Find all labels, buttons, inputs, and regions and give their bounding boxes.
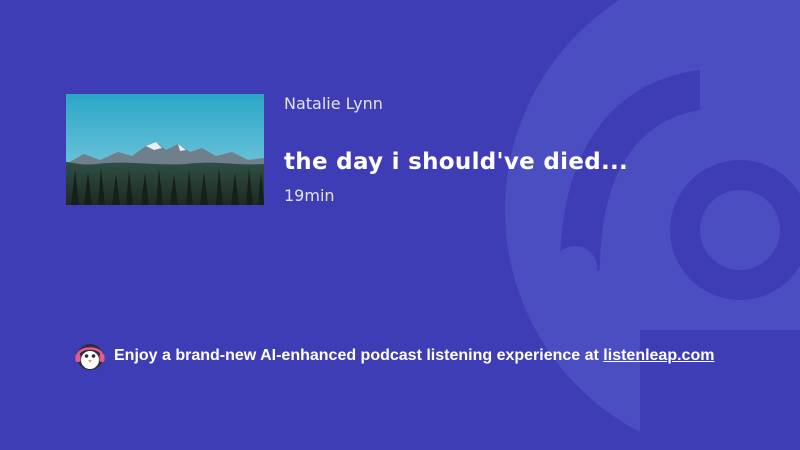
episode-author: Natalie Lynn <box>284 94 383 113</box>
episode-thumbnail[interactable] <box>66 94 264 205</box>
listenleap-link[interactable]: listenleap.com <box>603 347 714 364</box>
mountain-forest-landscape-icon <box>66 94 264 205</box>
penguin-headphones-icon <box>75 344 105 370</box>
episode-duration: 19min <box>284 186 335 205</box>
episode-title[interactable]: the day i should've died... <box>284 149 628 175</box>
promo-message: Enjoy a brand-new AI-enhanced podcast li… <box>114 347 604 364</box>
promo-banner: Enjoy a brand-new AI-enhanced podcast li… <box>74 341 714 371</box>
logo-watermark-icon <box>505 0 800 450</box>
promo-text: Enjoy a brand-new AI-enhanced podcast li… <box>114 347 714 365</box>
